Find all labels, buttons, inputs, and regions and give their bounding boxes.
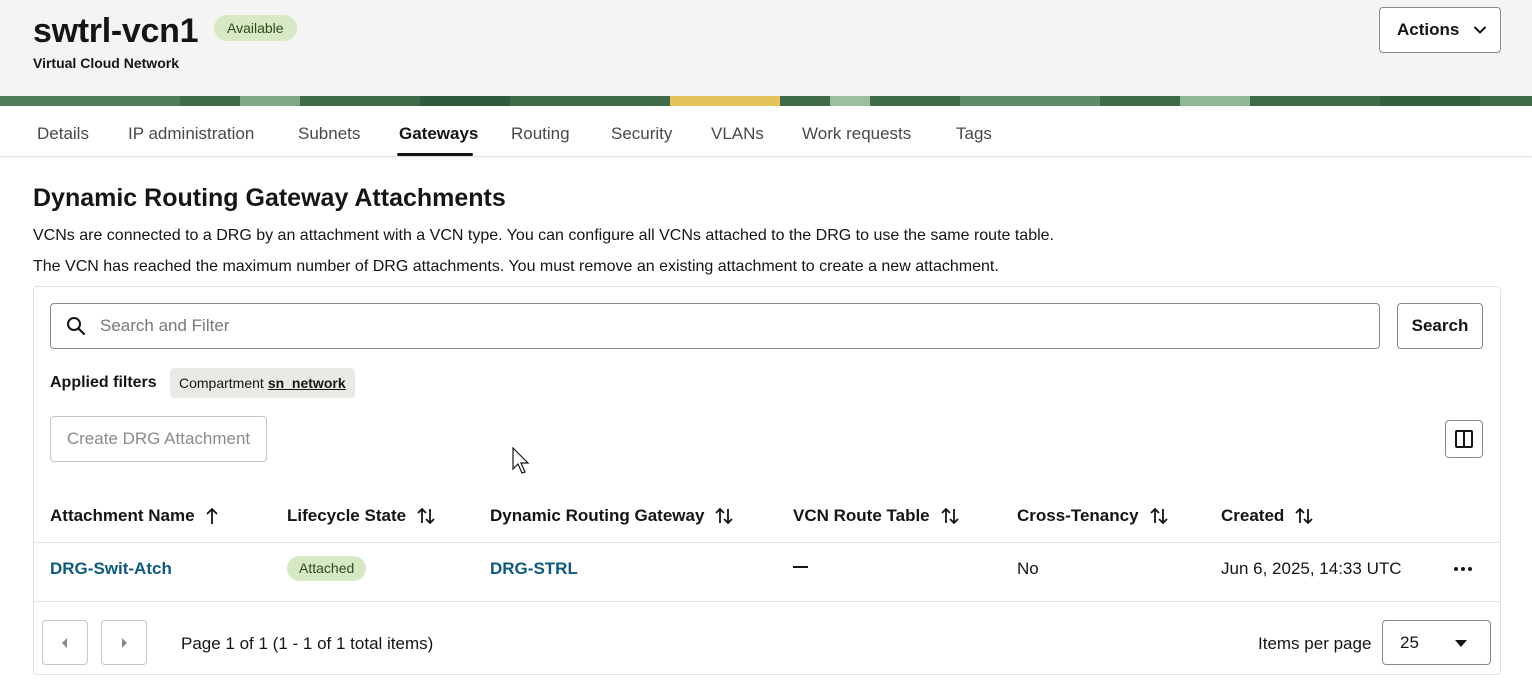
- sort-icon: [417, 507, 435, 525]
- column-header-dynamic-routing-gateway[interactable]: Dynamic Routing Gateway: [490, 506, 734, 526]
- more-dot: [1461, 567, 1465, 571]
- tab-tags[interactable]: Tags: [956, 124, 992, 144]
- filter-chip-key: Compartment: [179, 375, 264, 391]
- actions-button[interactable]: Actions: [1379, 7, 1501, 53]
- section-warning: The VCN has reached the maximum number o…: [33, 258, 999, 275]
- route-table-empty: [793, 566, 808, 568]
- mouse-cursor-icon: [512, 447, 530, 474]
- caret-down-icon: [1455, 640, 1467, 647]
- column-header-cross-tenancy[interactable]: Cross-Tenancy: [1017, 506, 1169, 526]
- column-label: Attachment Name: [50, 506, 195, 525]
- search-button[interactable]: Search: [1397, 303, 1483, 349]
- tab-ip-administration[interactable]: IP administration: [128, 124, 254, 144]
- drg-link[interactable]: DRG-STRL: [490, 559, 578, 579]
- sort-ascending-icon: [205, 507, 218, 524]
- filter-chip-value[interactable]: sn_network: [268, 375, 346, 391]
- tab-details[interactable]: Details: [37, 124, 89, 144]
- page-header: swtrl-vcn1 Available Virtual Cloud Netwo…: [0, 0, 1532, 96]
- items-per-page-value: 25: [1400, 632, 1419, 652]
- tab-work-requests[interactable]: Work requests: [802, 124, 911, 144]
- filter-chip-compartment[interactable]: Compartment sn_network: [170, 368, 355, 398]
- column-header-attachment-name[interactable]: Attachment Name: [50, 506, 219, 526]
- row-actions-button[interactable]: [1450, 558, 1476, 580]
- sort-icon: [1295, 507, 1313, 525]
- decorative-banner: [0, 96, 1532, 106]
- search-placeholder: Search and Filter: [100, 316, 230, 335]
- created-value: Jun 6, 2025, 14:33 UTC: [1221, 559, 1402, 578]
- pagination-summary: Page 1 of 1 (1 - 1 of 1 total items): [181, 634, 434, 653]
- previous-page-button[interactable]: [42, 620, 88, 665]
- section-title: Dynamic Routing Gateway Attachments: [33, 184, 506, 212]
- next-page-button[interactable]: [101, 620, 147, 665]
- items-per-page-select[interactable]: 25: [1382, 620, 1491, 665]
- tab-vlans[interactable]: VLANs: [711, 124, 764, 144]
- page-title: swtrl-vcn1: [33, 12, 199, 50]
- more-dot: [1468, 567, 1472, 571]
- lifecycle-state-badge: Attached: [287, 556, 367, 581]
- tab-gateways[interactable]: Gateways: [399, 124, 478, 144]
- table-header-divider: [34, 542, 1500, 543]
- items-per-page-label: Items per page: [1258, 634, 1372, 653]
- column-header-created[interactable]: Created: [1221, 506, 1314, 526]
- search-input[interactable]: Search and Filter: [50, 303, 1380, 349]
- sort-icon: [715, 507, 734, 525]
- column-label: Cross-Tenancy: [1017, 506, 1139, 525]
- actions-label: Actions: [1397, 20, 1460, 39]
- search-icon: [67, 317, 86, 336]
- active-tab-indicator: [397, 153, 473, 156]
- column-label: Lifecycle State: [287, 506, 407, 525]
- section-description: VCNs are connected to a DRG by an attach…: [33, 227, 1054, 244]
- tab-security[interactable]: Security: [611, 124, 672, 144]
- table-row-divider: [34, 601, 1500, 602]
- more-dot: [1454, 567, 1458, 571]
- column-header-vcn-route-table[interactable]: VCN Route Table: [793, 506, 960, 526]
- sort-icon: [941, 507, 959, 525]
- columns-icon: [1455, 430, 1473, 448]
- cross-tenancy-value: No: [1017, 559, 1039, 578]
- sort-icon: [1149, 507, 1168, 525]
- tab-subnets[interactable]: Subnets: [298, 124, 360, 144]
- caret-right-icon: [122, 637, 127, 648]
- tab-bar: Details IP administration Subnets Gatewa…: [0, 106, 1532, 157]
- manage-columns-button[interactable]: [1445, 420, 1483, 458]
- attachment-name-link[interactable]: DRG-Swit-Atch: [50, 559, 172, 579]
- column-header-lifecycle-state[interactable]: Lifecycle State: [287, 506, 436, 526]
- tab-routing[interactable]: Routing: [511, 124, 570, 144]
- column-label: Created: [1221, 506, 1285, 525]
- caret-left-icon: [62, 637, 67, 648]
- create-drg-attachment-button[interactable]: Create DRG Attachment: [50, 416, 267, 462]
- page-subtitle: Virtual Cloud Network: [33, 55, 179, 71]
- applied-filters-label: Applied filters: [50, 374, 157, 391]
- status-badge: Available: [214, 15, 297, 41]
- column-label: VCN Route Table: [793, 506, 930, 525]
- chevron-down-icon: [1474, 26, 1487, 34]
- column-label: Dynamic Routing Gateway: [490, 506, 705, 525]
